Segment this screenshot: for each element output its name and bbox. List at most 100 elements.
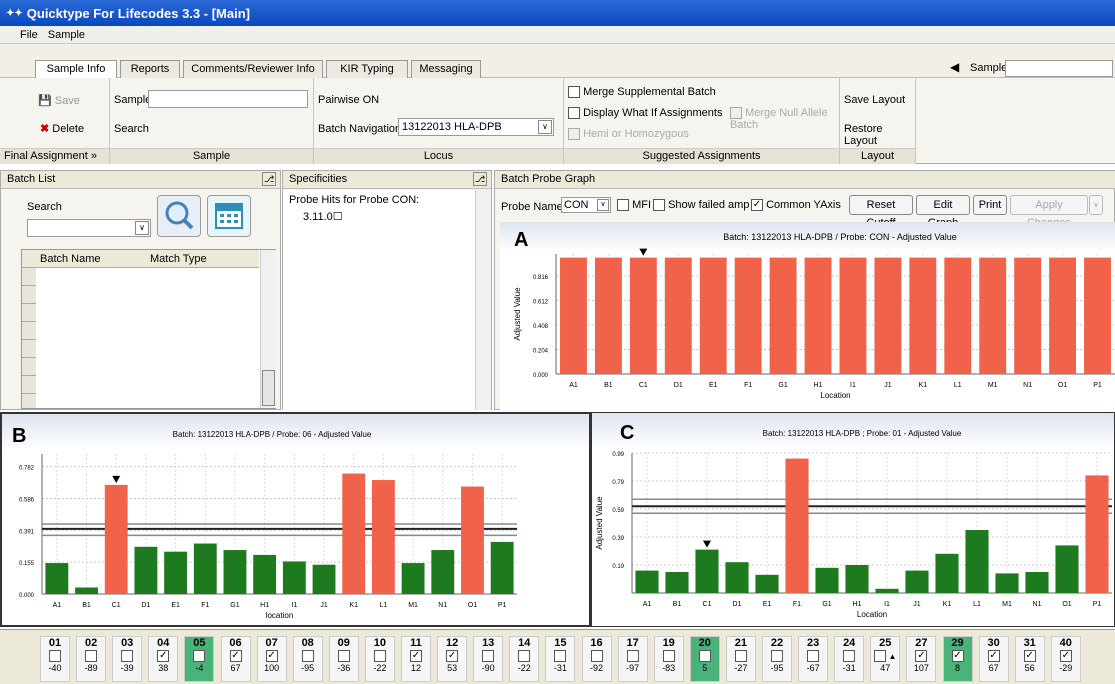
well-checkbox[interactable] [294,650,322,663]
well-19[interactable]: 19 -83 [653,636,684,682]
well-17[interactable]: 17 -97 [617,636,648,682]
well-checkbox[interactable] [474,650,502,663]
well-22[interactable]: 22 -95 [762,636,792,682]
menu-file[interactable]: File [20,29,38,41]
calendar-icon[interactable] [207,195,251,237]
well-checkbox[interactable] [185,650,213,663]
chevron-down-icon[interactable]: ∨ [1089,195,1103,215]
edit-graph-button[interactable]: Edit Graph [916,195,970,229]
well-checkbox[interactable] [619,650,647,663]
well-checkbox[interactable]: ✓ [149,650,177,663]
common-yaxis-checkbox[interactable]: ✓ Common YAxis [751,199,841,212]
save-layout-button[interactable]: Save Layout [844,94,905,106]
menu-sample[interactable]: Sample [48,29,85,41]
well-13[interactable]: 13 -90 [473,636,504,682]
batch-nav-select[interactable]: 13122013 HLA-DPB ∨ [398,118,554,136]
well-11[interactable]: 11 ✓ 12 [401,636,431,682]
merge-supp-checkbox[interactable]: Merge Supplemental Batch [568,86,716,99]
well-checkbox[interactable] [691,650,719,663]
col-match-type[interactable]: Match Type [150,253,207,265]
well-checkbox[interactable]: ✓ [1016,650,1044,663]
well-30[interactable]: 30 ✓ 67 [978,636,1009,682]
tab-kir-typing[interactable]: KIR Typing [326,60,408,78]
delete-button[interactable]: ✖ Delete [40,122,84,135]
well-checkbox[interactable] [835,650,863,663]
save-button[interactable]: 💾 Save [38,94,80,107]
merge-null-checkbox[interactable]: Merge Null Allele Batch [730,107,839,131]
sample-nav-input[interactable] [1005,60,1113,77]
probe-name-select[interactable]: CON ∨ [561,197,611,213]
restore-layout-button[interactable]: Restore Layout [844,123,915,147]
well-40[interactable]: 40 ✓ -29 [1050,636,1081,682]
well-checkbox[interactable] [583,650,611,663]
well-checkbox[interactable] [655,650,683,663]
well-14[interactable]: 14 -22 [509,636,540,682]
well-checkbox[interactable]: ✓ [258,650,286,663]
well-31[interactable]: 31 ✓ 56 [1014,636,1045,682]
well-checkbox[interactable]: ✓ [1052,650,1080,663]
sample-prev-icon[interactable]: ◀ [950,60,959,74]
specificities-scrollbar[interactable] [475,190,491,410]
tab-comments[interactable]: Comments/Reviewer Info [183,60,323,78]
col-batch-name[interactable]: Batch Name [40,253,101,265]
well-07[interactable]: 07 ✓ 100 [256,636,287,682]
well-checkbox[interactable]: ✓ [944,650,972,663]
well-24[interactable]: 24 -31 [834,636,865,682]
well-checkbox[interactable] [77,650,105,663]
pin-icon[interactable]: ⎇ [473,172,487,186]
tab-reports[interactable]: Reports [120,60,180,78]
chevron-down-icon[interactable]: ∨ [538,120,552,134]
display-whatif-checkbox[interactable]: Display What If Assignments [568,107,722,120]
well-checkbox[interactable] [799,650,827,663]
well-05[interactable]: 05 -4 [184,636,215,682]
well-04[interactable]: 04 ✓ 38 [148,636,179,682]
well-23[interactable]: 23 -67 [798,636,829,682]
well-checkbox[interactable] [113,650,141,663]
pin-icon[interactable]: ⎇ [262,172,276,186]
well-checkbox[interactable]: ✓ [438,650,466,663]
well-checkbox[interactable] [41,650,69,663]
well-16[interactable]: 16 -92 [581,636,612,682]
well-29[interactable]: 29 ✓ 8 [942,636,973,682]
well-checkbox[interactable] [510,650,538,663]
well-21[interactable]: 21 -27 [725,636,756,682]
search-label[interactable]: Search [114,123,149,135]
print-button[interactable]: Print [973,195,1007,215]
tab-messaging[interactable]: Messaging [411,60,481,78]
mfi-checkbox[interactable]: MFI [617,199,651,212]
well-15[interactable]: 15 -31 [545,636,576,682]
well-03[interactable]: 03 -39 [112,636,143,682]
well-10[interactable]: 10 -22 [364,636,395,682]
tab-sample-info[interactable]: Sample Info [35,60,117,78]
well-27[interactable]: 27 ✓ 107 [906,636,937,682]
well-01[interactable]: 01 -40 [40,636,70,682]
well-20[interactable]: 20 5 [689,636,720,682]
well-checkbox[interactable]: ✓ [980,650,1008,663]
well-06[interactable]: 06 ✓ 67 [220,636,251,682]
well-checkbox[interactable]: ▲ [871,650,899,663]
chevron-down-icon[interactable]: ∨ [597,199,609,211]
well-checkbox[interactable]: ✓ [222,650,250,663]
well-08[interactable]: 08 -95 [292,636,323,682]
hemi-checkbox[interactable]: Hemi or Homozygous [568,128,689,141]
well-checkbox[interactable] [330,650,358,663]
well-checkbox[interactable] [366,650,394,663]
batch-table-scrollbar[interactable] [260,250,276,408]
search-icon[interactable] [157,195,201,237]
well-09[interactable]: 09 -36 [328,636,359,682]
well-checkbox[interactable] [727,650,755,663]
apply-changes-button[interactable]: Apply Changes [1010,195,1088,229]
well-checkbox[interactable]: ✓ [907,650,935,663]
well-checkbox[interactable]: ✓ [402,650,430,663]
well-checkbox[interactable] [763,650,791,663]
show-failed-checkbox[interactable]: Show failed amp [653,199,749,212]
chevron-down-icon[interactable]: ∨ [135,221,149,235]
well-checkbox[interactable] [546,650,574,663]
scroll-thumb[interactable] [262,370,275,406]
well-02[interactable]: 02 -89 [76,636,107,682]
pairwise-toggle[interactable]: Pairwise ON [318,94,379,106]
sample-input[interactable] [148,90,308,108]
well-12[interactable]: 12 ✓ 53 [437,636,468,682]
well-25[interactable]: 25 ▲ 47 [870,636,901,682]
reset-cutoff-button[interactable]: Reset Cutoff [849,195,913,229]
